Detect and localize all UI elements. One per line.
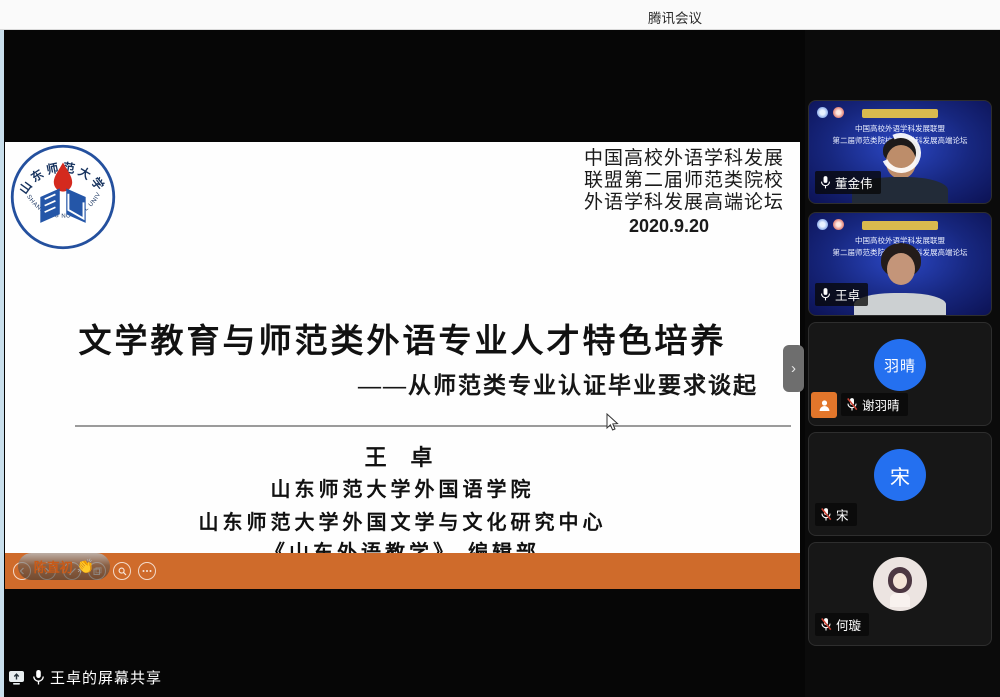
participant-name: 何璇 [836, 615, 861, 634]
screen-share-icon [8, 670, 27, 686]
backdrop-banner [862, 221, 938, 230]
participant-tile[interactable]: 中国高校外语学科发展联盟 第二届师范类院校外语学科发展高端论坛 王卓 [808, 212, 992, 316]
avatar-photo [873, 557, 927, 611]
participant-name-pill: 谢羽晴 [841, 393, 908, 416]
mic-on-icon [32, 669, 45, 686]
mouse-cursor [606, 413, 619, 437]
conference-line: 联盟第二届师范类院校 [554, 170, 784, 192]
presentation-slide: 山东师范大学 SHANDONG NORMAL UNIVERSITY 中国高校外语… [5, 142, 800, 553]
participant-name-pill: 何璇 [815, 613, 869, 636]
mic-on-icon [820, 287, 831, 302]
mic-muted-icon [846, 397, 858, 412]
conference-date: 2020.9.20 [554, 216, 784, 237]
conference-line: 中国高校外语学科发展 [554, 148, 784, 170]
participant-tile[interactable]: 何璇 [808, 542, 992, 646]
slide-subtitle: ——从师范类专业认证毕业要求谈起 [358, 366, 758, 400]
hand-raise-badge [811, 392, 837, 418]
conference-logos [817, 107, 844, 118]
reaction-toast: 陈直初 👏 [18, 553, 110, 580]
slide-title: 文学教育与师范类外语专业人才特色培养 [5, 314, 800, 362]
shared-screen-stage: 山东师范大学 SHANDONG NORMAL UNIVERSITY 中国高校外语… [0, 30, 805, 697]
participant-name-pill: 宋 [815, 503, 857, 526]
clap-emoji-icon: 👏 [77, 558, 94, 575]
magnifier-icon[interactable] [113, 562, 131, 580]
chevron-right-icon: › [791, 360, 796, 377]
conference-logos [817, 219, 844, 230]
reaction-sender: 陈直初 [34, 557, 73, 576]
slide-divider-line [75, 425, 791, 427]
slide-affiliation: 山东师范大学外国文学与文化研究中心 [5, 506, 800, 535]
slide-author: 王 卓 [5, 440, 800, 472]
backdrop-banner [862, 109, 938, 118]
participant-name-pill: 王卓 [815, 283, 868, 306]
participant-name-pill: 董金伟 [815, 171, 881, 194]
university-logo: 山东师范大学 SHANDONG NORMAL UNIVERSITY [9, 143, 117, 251]
slide-affiliation: 山东师范大学外国语学院 [5, 473, 800, 502]
participant-name: 王卓 [835, 285, 860, 304]
university-logo-emblem: 山东师范大学 SHANDONG NORMAL UNIVERSITY [9, 143, 117, 251]
titlebar: 腾讯会议 [0, 0, 1000, 30]
window-edge-strip [0, 30, 4, 697]
participant-tile[interactable]: 羽晴 谢羽晴 [808, 322, 992, 426]
screen-share-status: 王卓的屏幕共享 [8, 667, 162, 688]
backdrop-caption: 中国高校外语学科发展联盟 [809, 124, 991, 133]
person-icon [817, 398, 832, 413]
sidebar-expand-handle[interactable]: › [783, 345, 804, 392]
mic-muted-icon [820, 507, 832, 522]
presenter-toolbar [5, 553, 800, 589]
avatar: 宋 [874, 449, 926, 501]
share-label: 王卓的屏幕共享 [50, 667, 162, 688]
avatar: 羽晴 [874, 339, 926, 391]
more-icon[interactable] [138, 562, 156, 580]
mic-on-icon [820, 175, 831, 190]
conference-line: 外语学科发展高端论坛 [554, 192, 784, 214]
conference-header: 中国高校外语学科发展 联盟第二届师范类院校 外语学科发展高端论坛 2020.9.… [554, 148, 784, 237]
participant-tile[interactable]: 中国高校外语学科发展联盟 第二届师范类院校外语学科发展高端论坛 董金伟 [808, 100, 992, 204]
mic-muted-icon [820, 617, 832, 632]
participants-sidebar: 中国高校外语学科发展联盟 第二届师范类院校外语学科发展高端论坛 董金伟 中国高校… [805, 30, 1000, 697]
app-title: 腾讯会议 [648, 7, 702, 27]
participant-tile[interactable]: 宋 宋 [808, 432, 992, 536]
participant-name: 董金伟 [835, 173, 873, 192]
meeting-window: 腾讯会议 山东师范大学 SHANDONG NORMAL UNIVER [0, 0, 1000, 697]
slide-affiliation: 《山东外语教学》 编辑部 [5, 536, 800, 553]
participant-name: 谢羽晴 [862, 395, 900, 414]
participant-name: 宋 [836, 505, 849, 524]
